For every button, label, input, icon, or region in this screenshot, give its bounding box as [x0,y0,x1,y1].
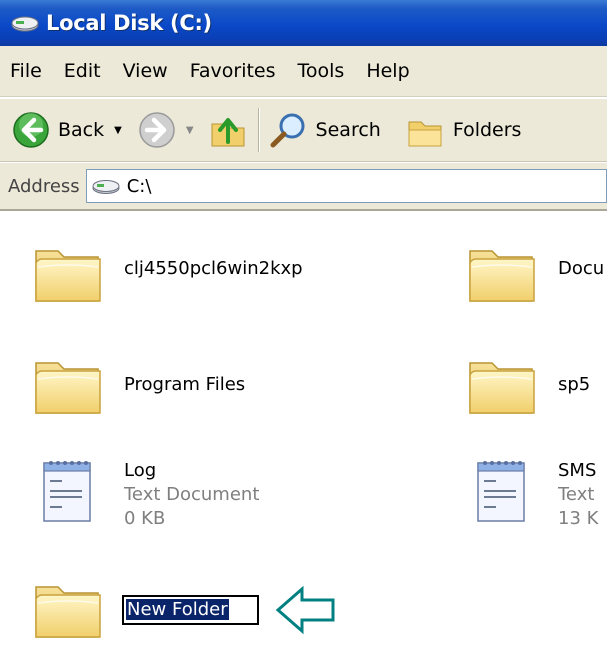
search-button[interactable]: Search [268,105,381,155]
address-label: Address [8,175,80,197]
menu-edit[interactable]: Edit [64,60,101,82]
new-folder-item[interactable]: New Folder [32,573,259,645]
title-bar[interactable]: Local Disk (C:) [0,0,607,46]
folder-up-icon [211,118,245,147]
menu-favorites[interactable]: Favorites [190,60,276,82]
address-value: C:\ [126,175,152,197]
folders-button[interactable]: Folders [405,105,522,155]
menu-file[interactable]: File [10,60,42,82]
folders-icon [408,121,442,147]
file-item[interactable]: Program Files [32,349,245,421]
address-bar: Address C:\ [0,163,607,211]
back-dropdown-icon[interactable]: ▼ [114,125,122,136]
file-name: clj4550pcl6win2kxp [124,258,303,279]
file-name: SMS [558,460,597,481]
menu-help[interactable]: Help [366,60,409,82]
folder-icon [466,237,538,309]
pointer-arrow-icon [275,585,335,635]
file-item[interactable]: clj4550pcl6win2kxp [32,237,303,309]
text-document-icon [32,453,104,525]
drive-icon [11,16,39,32]
search-icon [270,113,305,148]
drive-icon [92,180,120,194]
back-label: Back [58,119,105,141]
toolbar-separator [257,108,260,152]
file-type: Text Document [124,484,260,505]
file-item[interactable]: Docu [466,237,604,309]
forward-dropdown-icon[interactable]: ▼ [186,125,194,136]
window-title: Local Disk (C:) [46,11,212,35]
folder-icon [32,573,104,645]
folder-icon [32,237,104,309]
folders-label: Folders [452,119,522,141]
file-size: 0 KB [124,508,166,529]
forward-arrow-icon [139,112,175,148]
menu-tools[interactable]: Tools [298,60,345,82]
new-folder-name: New Folder [126,599,229,620]
file-item[interactable]: Log Text Document 0 KB [32,453,259,531]
file-list: clj4550pcl6win2kxp Docu Program Files sp… [0,213,607,646]
toolbar: Back ▼ ▼ Search Folders [0,98,607,162]
file-name: Log [124,460,157,481]
rename-field[interactable]: New Folder [122,595,259,625]
forward-button[interactable]: ▼ [138,105,194,155]
file-size: 13 K [558,508,599,529]
file-item[interactable]: sp5 [466,349,590,421]
search-label: Search [315,119,381,141]
file-type: Text [558,484,595,505]
back-arrow-icon [13,112,49,148]
menu-view[interactable]: View [123,60,168,82]
file-item[interactable]: SMS Text 13 K [466,453,598,531]
folder-icon [466,349,538,421]
file-name: sp5 [558,374,591,395]
menu-bar: File Edit View Favorites Tools Help [0,46,607,97]
file-name: Program Files [124,374,246,395]
file-name: Docu [558,258,605,279]
folder-icon [32,349,104,421]
address-field[interactable]: C:\ [85,169,607,203]
up-button[interactable] [208,105,248,155]
back-button[interactable]: Back ▼ [12,105,122,155]
text-document-icon [466,453,538,525]
